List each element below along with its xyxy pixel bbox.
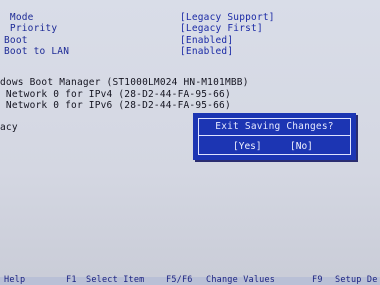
boot-order-item[interactable]: Network 0 for IPv4 (28-D2-44-FA-95-66) [0,89,231,100]
footer-setup-defaults: Setup De [335,275,378,285]
dialog-title: Exit Saving Changes? [215,121,334,132]
setting-label-fast-boot: Boot [4,35,28,46]
setting-label-boot-mode: Mode [4,12,34,23]
setting-value-boot-mode[interactable]: [Legacy Support] [180,12,275,23]
boot-order-item[interactable]: dows Boot Manager (ST1000LM024 HN-M101MB… [0,77,249,88]
setting-value-boot-priority[interactable]: [Legacy First] [180,23,263,34]
footer-change-values: Change Values [206,275,276,285]
setting-label-boot-to-lan: Boot to LAN [4,46,70,57]
no-button[interactable]: [No] [290,141,313,152]
legacy-section-label: acy [0,122,18,133]
bios-screen: Mode [Legacy Support] Priority [Legacy F… [0,0,380,285]
footer-help: Help [4,275,26,285]
footer-key-f1: F1 [66,275,77,285]
exit-saving-changes-dialog: Exit Saving Changes? [Yes] [No] [193,113,356,160]
setting-value-fast-boot[interactable]: [Enabled] [180,35,233,46]
setting-label-boot-priority: Priority [4,23,58,34]
footer-select-item: Select Item [86,275,145,285]
yes-button[interactable]: [Yes] [233,141,262,152]
footer-key-f5f6: F5/F6 [166,275,193,285]
footer-key-f9: F9 [312,275,323,285]
dialog-divider [198,135,351,136]
setting-value-boot-to-lan[interactable]: [Enabled] [180,46,233,57]
boot-order-item[interactable]: Network 0 for IPv6 (28-D2-44-FA-95-66) [0,100,231,111]
